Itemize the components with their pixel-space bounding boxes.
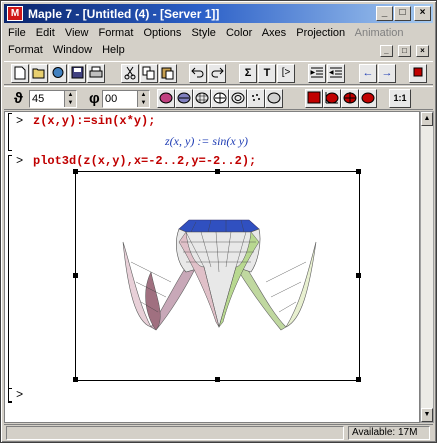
doc-restore-button[interactable]: □ <box>397 45 411 57</box>
resize-handle[interactable] <box>356 377 361 382</box>
doc-close-button[interactable]: × <box>416 45 429 57</box>
plot3d-region[interactable] <box>73 169 361 382</box>
indent-icon[interactable] <box>308 64 326 83</box>
axes-none-icon[interactable] <box>359 89 377 108</box>
execution-group-bracket-2[interactable] <box>8 155 12 403</box>
menu-options[interactable]: Options <box>143 27 181 39</box>
menu-help[interactable]: Help <box>102 44 125 56</box>
axes-frame-icon[interactable] <box>323 89 341 108</box>
minimize-button[interactable]: _ <box>376 6 393 21</box>
status-bar: Available: 17M <box>4 424 433 440</box>
forward-icon[interactable]: → <box>378 64 396 83</box>
sigma-icon[interactable]: Σ <box>239 64 257 83</box>
paste-icon[interactable] <box>159 64 177 83</box>
undo-icon[interactable] <box>189 64 207 83</box>
phi-spinner[interactable]: 00 ▲ ▼ <box>102 90 150 108</box>
stop-icon[interactable] <box>409 64 427 83</box>
maple-app-icon[interactable]: M <box>7 6 23 21</box>
open-icon[interactable] <box>30 64 48 83</box>
scroll-up-icon[interactable]: ▲ <box>421 112 433 126</box>
save-icon[interactable] <box>68 64 86 83</box>
text-icon[interactable]: T <box>258 64 276 83</box>
resize-handle[interactable] <box>73 273 78 278</box>
contour-icon[interactable] <box>229 89 247 108</box>
status-message <box>6 426 344 440</box>
prompt-2: > <box>16 154 24 168</box>
menu-style[interactable]: Style <box>191 27 215 39</box>
theta-spinner[interactable]: 45 ▲ ▼ <box>29 90 77 108</box>
hidden-line-icon[interactable] <box>211 89 229 108</box>
menu-edit[interactable]: Edit <box>36 27 55 39</box>
maximize-button[interactable]: □ <box>394 6 411 21</box>
theta-spin-arrows-icon[interactable]: ▲ ▼ <box>64 91 76 107</box>
axes-normal-icon[interactable] <box>341 89 359 108</box>
axes-boxed-icon[interactable] <box>305 89 323 108</box>
constrained-icon[interactable]: 1:1 <box>389 89 411 108</box>
window-title: Maple 7 - [Untitled (4) - [Server 1]] <box>28 7 220 21</box>
resize-handle[interactable] <box>73 377 78 382</box>
menu-row-main: File Edit View Format Options Style Colo… <box>8 27 411 43</box>
memory-available: Available: 17M <box>348 426 430 440</box>
menu-projection[interactable]: Projection <box>296 27 345 39</box>
menu-window[interactable]: Window <box>53 44 92 56</box>
patch-icon[interactable] <box>157 89 175 108</box>
input-line-2[interactable]: plot3d(z(x,y),x=-2..2,y=-2..2); <box>33 154 256 168</box>
resize-handle[interactable] <box>215 169 220 174</box>
prompt-3[interactable]: > <box>16 388 23 402</box>
phi-value[interactable]: 00 <box>105 93 117 105</box>
menu-row-second: Format Window Help <box>8 44 132 60</box>
theta-value[interactable]: 45 <box>32 93 44 105</box>
vertical-scrollbar[interactable]: ▲ ▼ <box>420 111 434 423</box>
theta-label: ϑ <box>14 90 23 107</box>
scroll-down-icon[interactable]: ▼ <box>421 408 433 422</box>
phi-label: φ <box>89 90 100 107</box>
back-icon[interactable]: ← <box>359 64 377 83</box>
resize-handle[interactable] <box>356 169 361 174</box>
plot3d-surface[interactable] <box>76 172 359 380</box>
execution-group-bracket-3[interactable] <box>8 388 12 402</box>
open-url-icon[interactable] <box>49 64 67 83</box>
maple-window: M Maple 7 - [Untitled (4) - [Server 1]] … <box>0 0 437 443</box>
input-line-1[interactable]: z(x,y):=sin(x*y); <box>33 114 155 128</box>
document-window-controls: _ □ × <box>378 44 429 57</box>
wireframe-icon[interactable] <box>193 89 211 108</box>
plot-toolbar: ϑ 45 ▲ ▼ φ 00 ▲ ▼ 1:1 <box>4 86 433 110</box>
new-icon[interactable] <box>11 64 29 83</box>
menu-format[interactable]: Format <box>99 27 134 39</box>
title-bar[interactable]: M Maple 7 - [Untitled (4) - [Server 1]] … <box>4 4 433 23</box>
outdent-icon[interactable] <box>327 64 345 83</box>
menu-file[interactable]: File <box>8 27 26 39</box>
redo-icon[interactable] <box>208 64 226 83</box>
cut-icon[interactable] <box>121 64 139 83</box>
resize-handle[interactable] <box>215 377 220 382</box>
patch-contour-icon[interactable] <box>175 89 193 108</box>
prompt-icon[interactable]: [> <box>277 64 295 83</box>
resize-handle[interactable] <box>73 169 78 174</box>
main-toolbar: Σ T [> ← → <box>4 61 433 85</box>
resize-handle[interactable] <box>356 273 361 278</box>
menu-view[interactable]: View <box>65 27 89 39</box>
menu-color[interactable]: Color <box>226 27 252 39</box>
no-lighting-icon[interactable] <box>265 89 283 108</box>
menu-format-2[interactable]: Format <box>8 44 43 56</box>
menu-animation[interactable]: Animation <box>355 27 404 39</box>
doc-minimize-button[interactable]: _ <box>379 45 393 57</box>
phi-spin-arrows-icon[interactable]: ▲ ▼ <box>137 91 149 107</box>
menu-axes[interactable]: Axes <box>262 27 286 39</box>
copy-icon[interactable] <box>140 64 158 83</box>
prompt-1: > <box>16 114 24 128</box>
print-icon[interactable] <box>87 64 105 83</box>
point-icon[interactable] <box>247 89 265 108</box>
output-line-1: z(x, y) := sin(x y) <box>165 134 249 148</box>
close-button[interactable]: × <box>414 6 431 21</box>
menu-bar: File Edit View Format Options Style Colo… <box>4 25 433 59</box>
execution-group-bracket[interactable] <box>8 113 12 151</box>
